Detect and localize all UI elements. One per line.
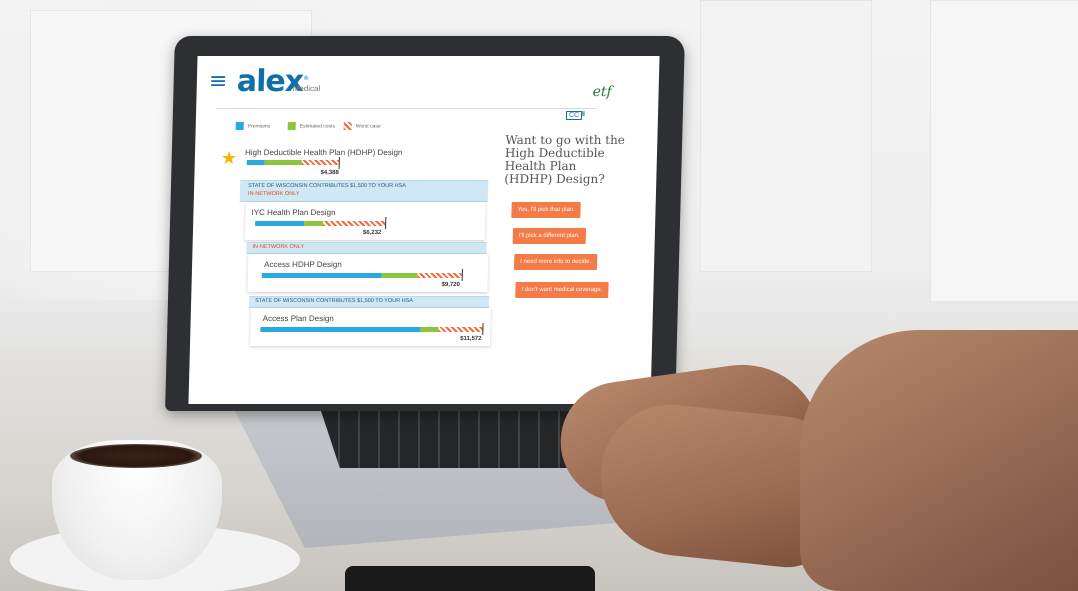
worst-case-segment bbox=[417, 273, 462, 278]
network-text: IN-NETWORK ONLY bbox=[252, 244, 305, 250]
cost-marker bbox=[461, 269, 463, 281]
plan-row[interactable]: High Deductible Health Plan (HDHP) Desig… bbox=[244, 148, 485, 178]
cost-marker bbox=[385, 217, 387, 229]
cost-bar bbox=[261, 273, 462, 278]
premiums-segment bbox=[261, 273, 382, 278]
premiums-segment bbox=[246, 160, 266, 165]
cost-marker bbox=[482, 323, 484, 335]
brand-logo: alex® bbox=[236, 64, 308, 99]
laptop-screen: ≡ alex® Medical etf CC II Premiums Estim… bbox=[188, 56, 660, 404]
hsa-banner: STATE OF WISCONSIN CONTRIBUTES $1,500 TO… bbox=[239, 180, 489, 202]
menu-icon[interactable]: ≡ bbox=[209, 69, 228, 94]
plan-list: ★ High Deductible Health Plan (HDHP) Des… bbox=[216, 142, 513, 402]
worst-case-swatch bbox=[343, 122, 352, 130]
photo-scene: ≡ alex® Medical etf CC II Premiums Estim… bbox=[0, 0, 1078, 591]
legend-item-worst-case: Worst case bbox=[343, 122, 381, 130]
pause-button[interactable]: II bbox=[581, 111, 585, 118]
network-text: IN-NETWORK ONLY bbox=[247, 191, 300, 197]
question-text: Want to go with the High Deductible Heal… bbox=[504, 133, 626, 186]
forearm bbox=[800, 330, 1078, 591]
choice-more-info-button[interactable]: I need more info to decide. bbox=[513, 254, 598, 270]
legend-label: Estimated costs bbox=[299, 123, 336, 130]
app-header: ≡ alex® Medical etf bbox=[196, 56, 659, 104]
plan-name: Access Plan Design bbox=[262, 314, 334, 323]
phone bbox=[345, 566, 595, 591]
window-mid bbox=[700, 0, 872, 272]
plan-name: High Deductible Health Plan (HDHP) Desig… bbox=[244, 148, 403, 157]
legend-label: Worst case bbox=[355, 123, 381, 130]
cost-bar bbox=[260, 327, 483, 332]
plan-name: Access HDHP Design bbox=[263, 260, 342, 269]
premiums-segment bbox=[255, 221, 305, 226]
plan-row[interactable]: Access HDHP Design $9,720 bbox=[247, 254, 489, 292]
cost-bar bbox=[255, 221, 386, 226]
cost-marker bbox=[338, 157, 340, 169]
cost-bar bbox=[246, 160, 339, 165]
worst-case-segment bbox=[322, 221, 386, 226]
premiums-segment bbox=[260, 327, 421, 332]
etf-logo: etf bbox=[592, 84, 612, 100]
legend-item-premiums: Premiums bbox=[235, 122, 271, 130]
section-label: Medical bbox=[292, 84, 321, 93]
choice-different-plan-button[interactable]: I'll pick a different plan. bbox=[512, 228, 586, 244]
worst-case-segment bbox=[301, 160, 339, 165]
hsa-text: STATE OF WISCONSIN CONTRIBUTES $1,500 TO… bbox=[255, 298, 414, 304]
plan-cost: $4,388 bbox=[320, 170, 339, 176]
estimated-segment bbox=[265, 160, 303, 165]
coffee bbox=[70, 444, 202, 468]
legend-label: Premiums bbox=[247, 123, 271, 130]
plan-row[interactable]: IYC Health Plan Design $6,232 bbox=[244, 202, 486, 240]
premiums-swatch bbox=[235, 122, 244, 130]
network-banner: IN-NETWORK ONLY bbox=[246, 242, 487, 254]
worst-case-segment bbox=[437, 327, 483, 332]
plan-cost: $6,232 bbox=[362, 230, 382, 236]
estimated-segment bbox=[381, 273, 418, 278]
plan-name: IYC Health Plan Design bbox=[251, 208, 336, 217]
estimated-swatch bbox=[287, 122, 296, 130]
legend-item-estimated: Estimated costs bbox=[287, 122, 336, 130]
choice-no-coverage-button[interactable]: I don't want medical coverage. bbox=[515, 282, 609, 298]
plan-row[interactable]: Access Plan Design $11,572 bbox=[249, 308, 491, 346]
brand-name: alex bbox=[236, 64, 304, 99]
choice-yes-button[interactable]: Yes, I'll pick that plan. bbox=[511, 202, 582, 218]
hsa-text: STATE OF WISCONSIN CONTRIBUTES $1,500 TO… bbox=[248, 183, 407, 189]
star-icon: ★ bbox=[220, 148, 238, 169]
hsa-banner: STATE OF WISCONSIN CONTRIBUTES $1,500 TO… bbox=[248, 296, 490, 308]
estimated-segment bbox=[304, 221, 323, 226]
estimated-segment bbox=[420, 327, 439, 332]
plan-cost: $9,720 bbox=[441, 282, 460, 288]
closed-captions-button[interactable]: CC bbox=[565, 111, 583, 120]
plan-cost: $11,572 bbox=[460, 336, 482, 342]
window-right bbox=[930, 0, 1078, 302]
header-divider bbox=[216, 108, 597, 109]
brand-mark: ® bbox=[303, 75, 309, 82]
